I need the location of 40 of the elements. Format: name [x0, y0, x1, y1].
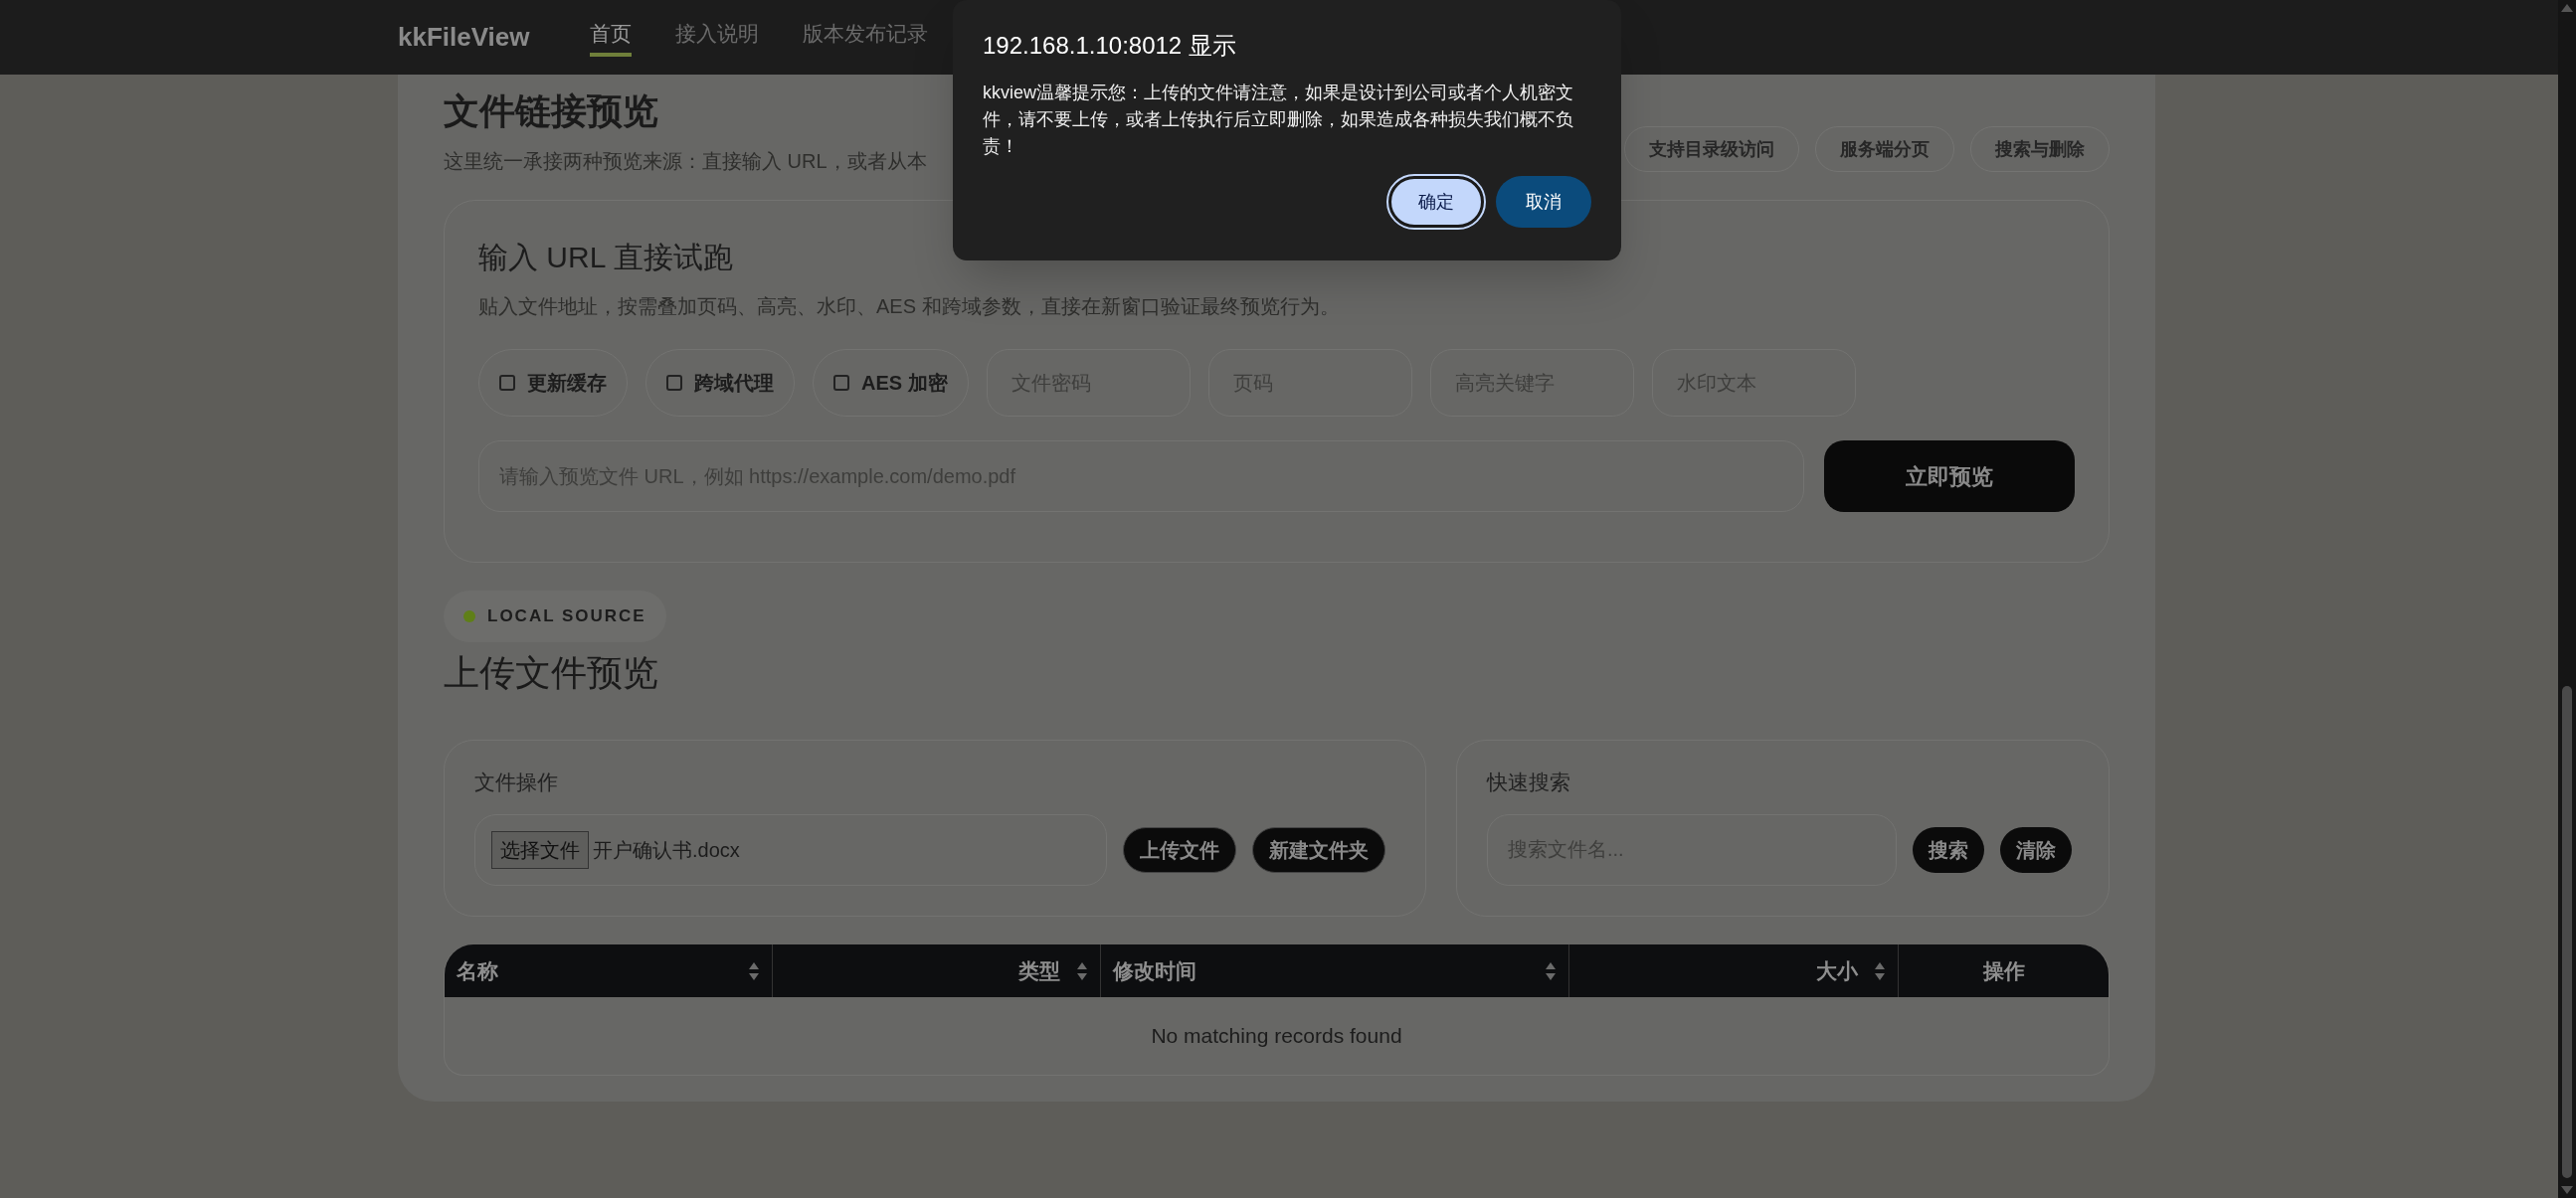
card-description: 贴入文件地址，按需叠加页码、高亮、水印、AES 和跨域参数，直接在新窗口验证最终预览行为。: [478, 294, 1341, 319]
sort-icon: [1076, 960, 1088, 981]
sort-icon: [748, 960, 760, 981]
badge-label: LOCAL SOURCE: [487, 605, 646, 628]
column-header[interactable]: 修改时间: [1101, 944, 1569, 997]
section-title: 上传文件预览: [444, 651, 659, 695]
column-header[interactable]: 操作: [1899, 944, 2109, 997]
checkbox[interactable]: [499, 375, 515, 391]
chosen-file-name: 开户确认书.docx: [593, 837, 740, 863]
file-input-field[interactable]: 选择文件 开户确认书.docx: [474, 813, 1107, 886]
dialog-button[interactable]: 取消: [1496, 176, 1591, 228]
brand-logo[interactable]: kkFileView: [398, 18, 530, 57]
scroll-up-icon[interactable]: [2561, 4, 2573, 12]
card-title: 文件操作: [474, 770, 559, 795]
action-button[interactable]: 清除: [2000, 826, 2072, 873]
sort-icon: [1545, 960, 1557, 981]
scrollbar-thumb[interactable]: [2562, 686, 2572, 1178]
column-header[interactable]: 大小: [1569, 944, 1899, 997]
dialog-button[interactable]: 确定: [1388, 176, 1484, 228]
preview-button[interactable]: 立即预览: [1824, 440, 2075, 512]
sort-icon: [1874, 960, 1886, 981]
nav-tab[interactable]: 版本发布记录: [802, 17, 928, 58]
column-header[interactable]: 名称: [445, 944, 773, 997]
card-title: 快速搜索: [1487, 770, 1571, 795]
action-button[interactable]: 上传文件: [1123, 826, 1236, 873]
action-button[interactable]: 新建文件夹: [1252, 826, 1385, 873]
scroll-down-icon[interactable]: [2561, 1186, 2573, 1194]
checkbox[interactable]: [833, 375, 849, 391]
choose-file-button[interactable]: 选择文件: [491, 830, 589, 869]
section-subtitle: 这里统一承接两种预览来源：直接输入 URL，或者从本: [444, 149, 927, 174]
dialog-title: 192.168.1.10:8012 显示: [983, 31, 1237, 61]
nav-tab[interactable]: 首页: [589, 17, 632, 58]
empty-table-message: No matching records found: [1151, 1023, 1402, 1050]
section-title: 文件链接预览: [444, 89, 659, 133]
column-header[interactable]: 类型: [773, 944, 1101, 997]
action-button[interactable]: 搜索: [1913, 826, 1984, 873]
checkbox[interactable]: [666, 375, 682, 391]
card-title: 输入 URL 直接试跑: [478, 240, 734, 275]
dialog-message: kkview温馨提示您：上传的文件请注意，如果是设计到公司或者个人机密文件，请不要上传，或者上传执行后立即删除，如果造成各种损失我们概不负责！: [983, 82, 1574, 158]
nav-tab[interactable]: 接入说明: [674, 17, 759, 58]
